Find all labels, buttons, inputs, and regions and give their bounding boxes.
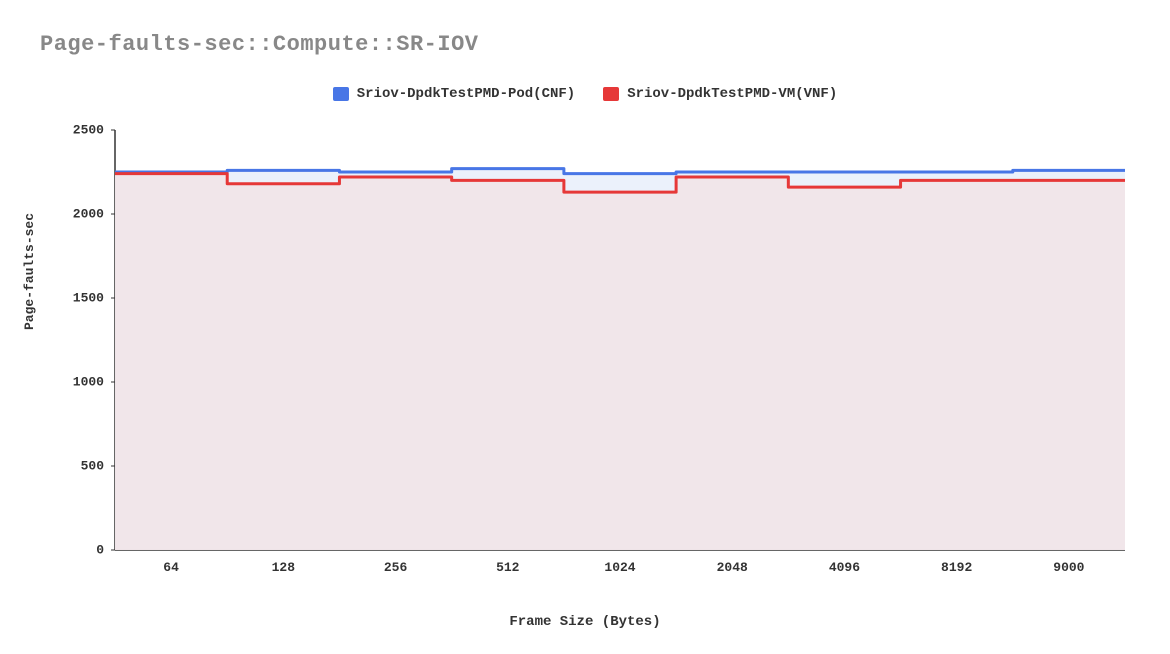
x-tick-label: 8192 (941, 560, 972, 575)
legend-label-cnf: Sriov-DpdkTestPMD-Pod(CNF) (357, 86, 575, 102)
chart-svg (115, 130, 1125, 550)
y-axis-label: Page-faults-sec (22, 213, 37, 330)
legend-swatch-vnf (603, 87, 619, 101)
y-axis-ticks: 05001000150020002500 (60, 130, 110, 550)
y-tick-label: 500 (81, 459, 104, 474)
x-tick-label: 4096 (829, 560, 860, 575)
y-tick-label: 2500 (73, 123, 104, 138)
plot-area (115, 130, 1125, 550)
x-axis-label: Frame Size (Bytes) (0, 614, 1170, 630)
x-tick-label: 64 (163, 560, 179, 575)
x-tick-label: 9000 (1053, 560, 1084, 575)
x-tick-label: 1024 (604, 560, 635, 575)
legend-item-cnf: Sriov-DpdkTestPMD-Pod(CNF) (333, 86, 575, 102)
x-tick-label: 2048 (717, 560, 748, 575)
y-tick-label: 2000 (73, 207, 104, 222)
x-axis-ticks: 64 128 256 512 1024 2048 4096 8192 9000 (115, 560, 1125, 580)
y-tick-label: 1000 (73, 375, 104, 390)
legend-item-vnf: Sriov-DpdkTestPMD-VM(VNF) (603, 86, 837, 102)
y-tick-label: 1500 (73, 291, 104, 306)
chart-title: Page-faults-sec::Compute::SR-IOV (40, 32, 478, 57)
x-tick-label: 128 (272, 560, 295, 575)
x-tick-label: 256 (384, 560, 407, 575)
y-tick-label: 0 (96, 543, 104, 558)
legend-label-vnf: Sriov-DpdkTestPMD-VM(VNF) (627, 86, 837, 102)
legend: Sriov-DpdkTestPMD-Pod(CNF) Sriov-DpdkTes… (0, 86, 1170, 102)
legend-swatch-cnf (333, 87, 349, 101)
x-tick-label: 512 (496, 560, 519, 575)
